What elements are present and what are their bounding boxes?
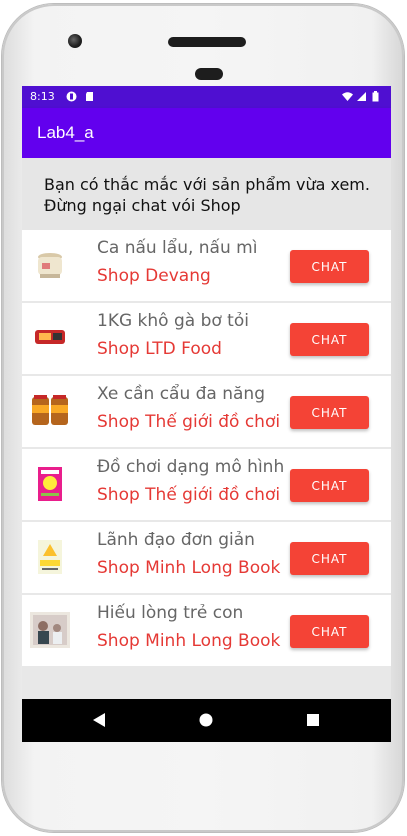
product-image-hotpot — [30, 247, 70, 283]
wifi-icon — [342, 92, 353, 101]
sd-card-icon — [86, 92, 93, 101]
list-item: Xe cần cẩu đa năng Shop Thế giới đồ chơi… — [22, 376, 391, 447]
chat-button[interactable]: CHAT — [290, 250, 369, 283]
shop-name: Shop Devang — [97, 266, 211, 286]
product-name: 1KG khô gà bơ tỏi — [97, 311, 249, 331]
list-item: Đồ chơi dạng mô hình Shop Thế giới đồ ch… — [22, 449, 391, 520]
list-item: 1KG khô gà bơ tỏi Shop LTD Food CHAT — [22, 303, 391, 374]
product-name: Ca nấu lẩu, nấu mì — [97, 238, 258, 258]
shop-name: Shop LTD Food — [97, 339, 222, 359]
proximity-sensor — [195, 68, 223, 80]
list-item: Hiếu lòng trẻ con Shop Minh Long Book CH… — [22, 595, 391, 666]
earpiece-speaker — [168, 37, 246, 47]
product-image-crane-toy — [30, 393, 70, 429]
battery-icon — [372, 91, 379, 102]
chat-button[interactable]: CHAT — [290, 396, 369, 429]
chat-button[interactable]: CHAT — [290, 542, 369, 575]
shop-name: Shop Minh Long Book — [97, 558, 281, 578]
app-title: Lab4_a — [37, 123, 94, 142]
product-image-child-book — [30, 612, 70, 648]
navigation-bar — [22, 699, 391, 742]
app-notification-icon — [66, 91, 77, 102]
notice-line-1: Bạn có thắc mắc với sản phẩm vừa xem. — [44, 175, 370, 194]
product-name: Lãnh đạo đơn giản — [97, 530, 255, 550]
list-item: Lãnh đạo đơn giản Shop Minh Long Book CH… — [22, 522, 391, 593]
chat-notice: Bạn có thắc mắc với sản phẩm vừa xem. Đừ… — [22, 158, 391, 230]
back-icon[interactable] — [92, 712, 106, 728]
notice-line-2: Đừng ngại chat vói Shop — [44, 196, 241, 215]
app-bar: Lab4_a — [22, 108, 391, 158]
recent-apps-icon[interactable] — [306, 712, 320, 728]
product-image-leadership-book — [30, 539, 70, 575]
product-name: Hiếu lòng trẻ con — [97, 603, 244, 623]
device-screen: 8:13 Lab4_a Bạn có thắc mắc với sản phẩm… — [22, 86, 391, 742]
product-image-model-toy — [30, 466, 70, 502]
chat-button[interactable]: CHAT — [290, 615, 369, 648]
list-item: Ca nấu lẩu, nấu mì Shop Devang CHAT — [22, 230, 391, 301]
chat-button[interactable]: CHAT — [290, 323, 369, 356]
product-name: Xe cần cẩu đa năng — [97, 384, 265, 404]
shop-name: Shop Minh Long Book — [97, 631, 281, 651]
product-image-dried-chicken — [30, 320, 70, 356]
signal-icon — [357, 92, 366, 101]
chat-button[interactable]: CHAT — [290, 469, 369, 502]
status-time: 8:13 — [30, 90, 55, 103]
shop-name: Shop Thế giới đồ chơi — [97, 485, 281, 505]
shop-name: Shop Thế giới đồ chơi — [97, 412, 281, 432]
front-camera — [68, 34, 82, 48]
product-name: Đồ chơi dạng mô hình — [97, 457, 285, 477]
home-icon[interactable] — [199, 712, 213, 728]
status-bar: 8:13 — [22, 86, 391, 108]
